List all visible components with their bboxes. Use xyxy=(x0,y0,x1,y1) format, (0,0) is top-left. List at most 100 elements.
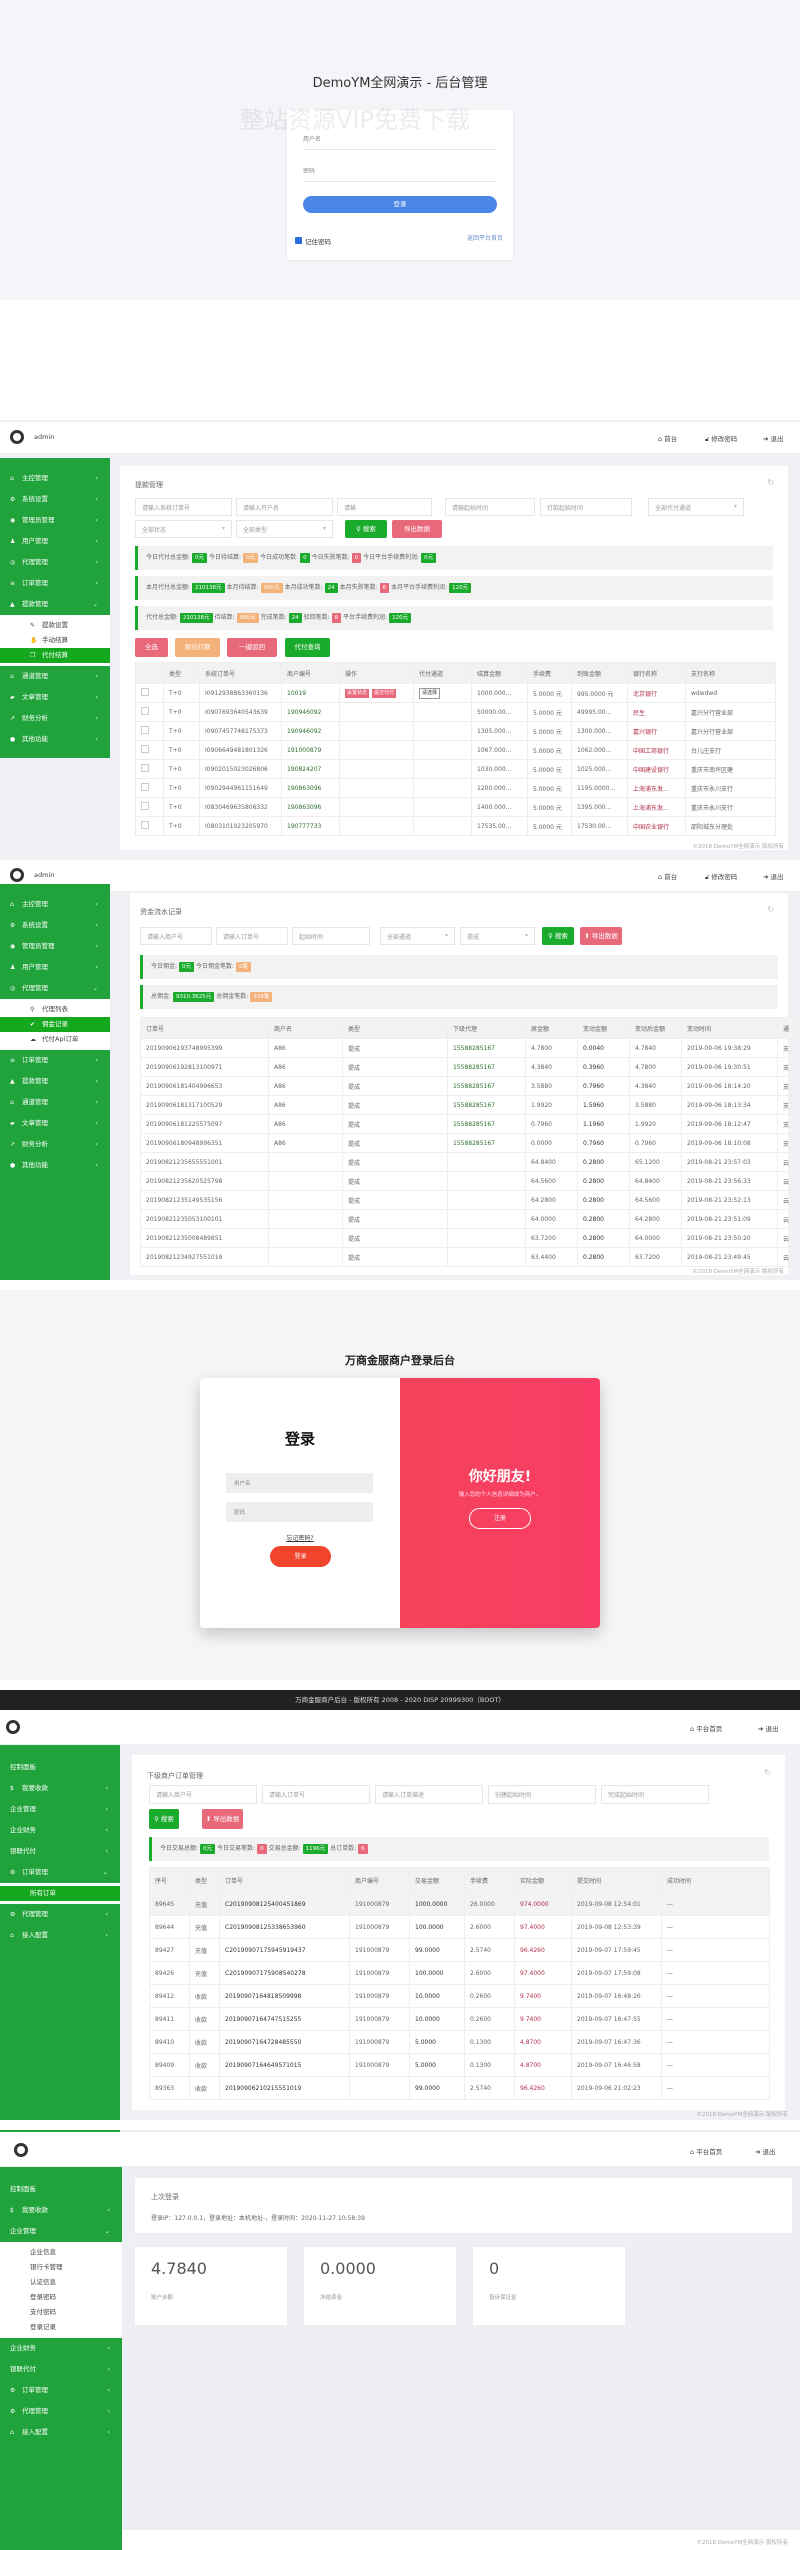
pay-time-input[interactable]: 打款起始时间 xyxy=(540,498,632,516)
sidebar-item[interactable]: 企业管理 ‹ xyxy=(0,1799,120,1820)
column-header[interactable]: 下级代理 xyxy=(447,1017,526,1039)
column-header[interactable]: 商户编号 xyxy=(349,1867,410,1893)
set-status-button[interactable]: 设置状态 xyxy=(345,688,370,698)
sidebar-item[interactable]: ⚙ 订单管理 ‹ xyxy=(0,2380,122,2401)
table-row[interactable]: T+0 I0803101023205970 190777733 17535.00...… xyxy=(135,816,776,836)
table-row[interactable]: 20190821235053100101 提成 64.0000 0.2800 64.28… xyxy=(140,1209,796,1229)
table-row[interactable]: T+0 I0902015023026806 190824207 1030.000...… xyxy=(135,759,776,779)
type-select[interactable]: 全部类型 xyxy=(236,520,333,538)
table-row[interactable]: T+0 I0902944961151649 190863096 1200.000...… xyxy=(135,778,776,798)
sidebar-item[interactable]: ⚙ 系统设置 ‹ xyxy=(0,915,110,936)
column-header[interactable]: 变动后金额 xyxy=(629,1017,682,1039)
row-checkbox[interactable] xyxy=(141,688,149,696)
other-input[interactable]: 请输 xyxy=(337,498,432,516)
row-checkbox[interactable] xyxy=(141,821,149,829)
export-button[interactable]: ⬆ 导出数据 xyxy=(580,927,622,945)
sidebar-item[interactable]: ⌂ 通道管理 ‹ xyxy=(0,666,110,687)
sidebar-item[interactable]: ⌂ 接入配置 ‹ xyxy=(0,2422,122,2443)
sidebar-item[interactable]: $ 我要收款 ‹ xyxy=(0,1778,120,1799)
table-row[interactable]: 20190821235149535156 提成 64.2800 0.2800 64.56… xyxy=(140,1190,796,1210)
sidebar-item[interactable]: ◉ 管理员管理 ‹ xyxy=(0,510,110,531)
column-header[interactable]: 订单号 xyxy=(140,1017,269,1039)
merchant-id-cell[interactable]: 191000879 xyxy=(281,740,340,760)
row-checkbox-cell[interactable] xyxy=(135,778,164,798)
sidebar-item[interactable]: ⚙ 系统设置 ‹ xyxy=(0,489,110,510)
table-row[interactable]: 20190821235655551001 提成 64.8400 0.2800 65.12… xyxy=(140,1152,796,1172)
order-no-input[interactable]: 请输入系统订单号 xyxy=(135,498,232,516)
table-row[interactable]: 89645 充值 C20190908125400451869 191000879 100… xyxy=(149,1892,770,1916)
sidebar-item[interactable]: 企业财务 ‹ xyxy=(0,1820,120,1841)
column-header[interactable]: 实际金额 xyxy=(514,1867,572,1893)
sidebar-subitem[interactable]: ✎ 提款设置 xyxy=(0,618,110,633)
avatar[interactable] xyxy=(10,868,24,882)
row-checkbox-cell[interactable] xyxy=(135,816,164,836)
refresh-icon[interactable]: ↻ xyxy=(767,478,774,487)
column-header[interactable]: 手续费 xyxy=(464,1867,515,1893)
table-row[interactable]: 89427 充值 C20190907175945919437 191000879 99.… xyxy=(149,1938,770,1962)
column-header[interactable]: 结算金额 xyxy=(471,662,528,684)
row-checkbox-cell[interactable] xyxy=(135,721,164,741)
table-row[interactable]: T+0 I0912938863360136 10019 设置状态 提交代付 请选择 1000… xyxy=(135,683,776,703)
table-row[interactable]: T+0 I0907457748175373 190946092 1305.000...… xyxy=(135,721,776,741)
sidebar-item[interactable]: ◉ 管理员管理 ‹ xyxy=(0,936,110,957)
channel-select[interactable]: 全部通道 xyxy=(380,927,455,945)
sidebar-item[interactable]: ⌂ 接入配置 ‹ xyxy=(0,1925,120,1946)
column-header[interactable]: 类型 xyxy=(163,662,200,684)
register-button[interactable]: 注册 xyxy=(469,1508,531,1529)
sidebar-subitem[interactable]: ⚲ 代理列表 xyxy=(0,1002,110,1017)
table-row[interactable]: 89644 充值 C20190908125338653960 191000879 100… xyxy=(149,1915,770,1939)
sidebar-item[interactable]: ⚙ 代理管理 ‹ xyxy=(0,1904,120,1925)
sidebar-subitem[interactable]: 银行卡管理 xyxy=(0,2260,122,2275)
table-row[interactable]: T+0 I0906649481801326 191000879 1067.000...… xyxy=(135,740,776,760)
search-button[interactable]: ⚲ 搜索 xyxy=(345,520,387,538)
table-row[interactable]: 20190906181225575097 A86 提成 15588285167 0.79… xyxy=(140,1114,796,1134)
table-row[interactable]: T+0 I0830469635806332 190863096 1400.000...… xyxy=(135,797,776,817)
password-field[interactable]: 密码 xyxy=(303,166,497,182)
sidebar-item[interactable]: ≡ 订单管理 ‹ xyxy=(0,573,110,594)
sidebar-item[interactable]: ⌂ 主控管理 ‹ xyxy=(0,468,110,489)
header-link-logout[interactable]: ➜ 退出 xyxy=(763,871,784,881)
sidebar-item[interactable]: 银联代付 ‹ xyxy=(0,2359,122,2380)
sidebar-item[interactable]: ◎ 代理管理 ⌄ xyxy=(0,978,110,999)
sidebar-item[interactable]: 企业财务 ‹ xyxy=(0,2338,122,2359)
export-button[interactable]: 导出数据 xyxy=(392,520,442,538)
column-header[interactable]: 操作 xyxy=(339,662,414,684)
header-link-home[interactable]: ⌂ 前台 xyxy=(658,433,677,443)
avatar[interactable] xyxy=(10,430,24,444)
table-row[interactable]: 20190906181317100529 A86 提成 15588285167 1.99… xyxy=(140,1095,796,1115)
column-header[interactable]: 手续费 xyxy=(527,662,572,684)
column-header[interactable]: 商户名 xyxy=(268,1017,343,1039)
merchant-id-cell[interactable]: 10019 xyxy=(281,683,340,703)
login-button[interactable]: 登录 xyxy=(303,196,497,213)
sidebar-subitem[interactable]: ✋ 手动结算 xyxy=(0,633,110,648)
filter-input[interactable]: 完成起始时间 xyxy=(601,1785,709,1804)
header-link-logout[interactable]: ➜ 退出 xyxy=(758,1723,779,1733)
table-row[interactable]: 89426 充值 C20190907175908540278 191000879 100… xyxy=(149,1961,770,1985)
header-link-change-password[interactable]: 🔓︎ 修改密码 xyxy=(705,871,737,882)
sidebar-subitem[interactable]: 登录记录 xyxy=(0,2320,122,2335)
action-button[interactable]: 代付查询 xyxy=(285,638,330,657)
sidebar-item[interactable]: ● 其他功能 ‹ xyxy=(0,1155,110,1176)
filter-input[interactable]: 创建起始时间 xyxy=(488,1785,596,1804)
sidebar-item[interactable]: ↗ 财务分析 ‹ xyxy=(0,1134,110,1155)
start-time-input[interactable]: 起始时间 xyxy=(292,927,370,945)
row-checkbox-cell[interactable] xyxy=(135,759,164,779)
merchant-id-cell[interactable]: 190863096 xyxy=(281,778,340,798)
sidebar-subitem[interactable]: 所有订单 xyxy=(0,1886,120,1901)
status-select[interactable]: 全部状态 xyxy=(135,520,232,538)
sidebar-item[interactable]: ▲ 提款管理 ‹ xyxy=(0,1071,110,1092)
table-row[interactable]: 89412 收款 20190907164818509998 191000879 10.0… xyxy=(149,1984,770,2008)
column-header[interactable]: 支行名称 xyxy=(685,662,776,684)
merchant-id-cell[interactable]: 190863096 xyxy=(281,797,340,817)
export-button[interactable]: ⬆ 导出数据 xyxy=(202,1809,243,1829)
action-button[interactable]: 全选 xyxy=(135,638,168,657)
column-header[interactable]: 订单号 xyxy=(219,1867,350,1893)
sidebar-subitem[interactable]: 企业信息 xyxy=(0,2245,122,2260)
search-button[interactable]: ⚲ 搜索 xyxy=(542,927,574,945)
merchant-id-cell[interactable]: 190946092 xyxy=(281,702,340,722)
column-header[interactable]: 提交时间 xyxy=(571,1867,662,1893)
filter-input[interactable]: 请输入订单号 xyxy=(262,1785,370,1804)
sidebar-item[interactable]: 控制面板 xyxy=(0,1757,120,1778)
sidebar-item[interactable]: $ 我要收款 ‹ xyxy=(0,2200,122,2221)
refresh-icon[interactable]: ↻ xyxy=(767,905,774,914)
